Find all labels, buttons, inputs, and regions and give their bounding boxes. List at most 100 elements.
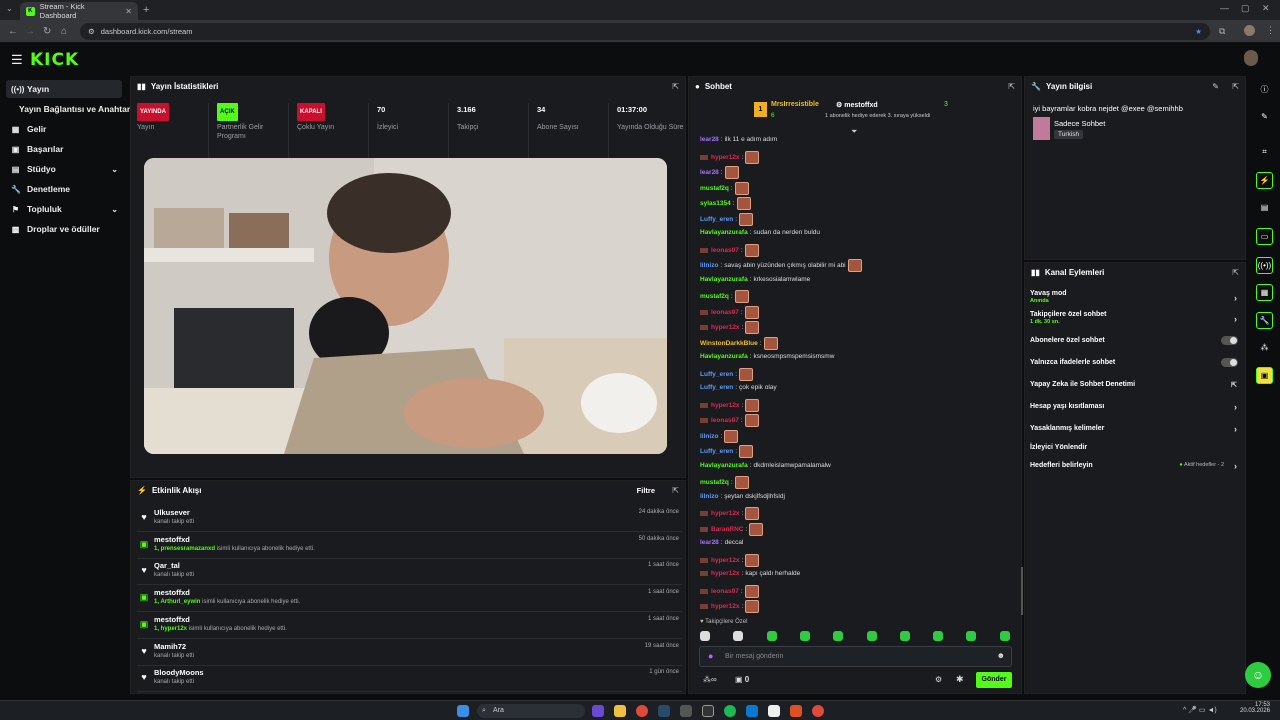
chat-username[interactable]: BaranRNC — [711, 525, 744, 534]
bolt-icon[interactable]: ⚡ — [1256, 172, 1273, 189]
edit-icon[interactable]: ✎ — [1212, 82, 1219, 91]
chevron-right-icon[interactable]: › — [1234, 461, 1237, 471]
emote-option[interactable] — [966, 631, 977, 641]
chat-username[interactable]: hyper12x — [711, 569, 740, 578]
send-button[interactable]: Gönder — [976, 672, 1012, 688]
spotify-icon[interactable] — [724, 705, 736, 717]
brave-icon[interactable] — [790, 705, 802, 717]
chat-username[interactable]: hyper12x — [711, 602, 740, 611]
chat-username[interactable]: Havlayanzurafa — [700, 461, 748, 470]
chat-username[interactable]: leonas07 — [711, 587, 739, 596]
emote-option[interactable] — [933, 631, 944, 641]
emote-option[interactable] — [999, 631, 1010, 641]
browser-menu-icon[interactable]: ⋮ — [1266, 25, 1275, 36]
chat-username[interactable]: mustaf2q — [700, 478, 729, 487]
store-indicator[interactable]: ▣ 0 — [735, 675, 749, 684]
info-icon[interactable]: ⓘ — [1256, 82, 1273, 99]
obs-icon[interactable] — [702, 705, 714, 717]
emote-option[interactable] — [766, 631, 777, 641]
chevron-right-icon[interactable]: › — [1234, 314, 1237, 324]
sidebar-item-gelir[interactable]: ▦ Gelir — [6, 120, 122, 138]
user-avatar[interactable] — [1244, 50, 1258, 66]
chat-username[interactable]: Luffy_eren — [700, 383, 733, 392]
popout-icon[interactable]: ⇱ — [1008, 82, 1015, 91]
activity-username[interactable]: mestoffxd — [154, 615, 190, 624]
chat-username[interactable]: WinstonDarkkBlue — [700, 339, 758, 348]
chat-username[interactable]: Havlayanzurafa — [700, 275, 748, 284]
channel-action-row[interactable]: Yapay Zeka ile Sohbet Denetimi ⇱ — [1030, 381, 1240, 389]
emote-option[interactable] — [700, 631, 710, 641]
sidebar-item-droplar[interactable]: ▩ Droplar ve ödüller — [6, 220, 122, 238]
tab-menu-icon[interactable]: ⌄ — [6, 4, 13, 13]
chat-username[interactable]: hyper12x — [711, 509, 740, 518]
external-link-icon[interactable]: ⇱ — [1231, 381, 1237, 389]
wrench-icon[interactable]: 🔧 — [1256, 312, 1273, 329]
sidebar-item-stream-key[interactable]: Yayın Bağlantısı ve Anahtarı — [6, 100, 133, 118]
chat-username[interactable]: Havlayanzurafa — [700, 352, 748, 361]
chat-bot-icon[interactable]: ✱ — [956, 674, 964, 685]
sidebar-item-studyo[interactable]: ▤ Stüdyo ⌄ — [6, 160, 122, 178]
activity-username[interactable]: BloodyMoons — [154, 668, 204, 677]
chat-scrollbar[interactable] — [1021, 567, 1023, 615]
close-tab-icon[interactable]: ✕ — [125, 7, 132, 16]
app-icon[interactable] — [592, 705, 604, 717]
chat-username[interactable]: leonas07 — [711, 308, 739, 317]
layout-icon[interactable]: ▦ — [1256, 284, 1273, 301]
browser-tab[interactable]: K Stream - Kick Dashboard ✕ — [20, 2, 138, 20]
forward-icon[interactable]: → — [25, 26, 35, 37]
filter-button[interactable]: Filtre — [637, 486, 655, 495]
chat-username[interactable]: hyper12x — [711, 401, 740, 410]
chat-username[interactable]: leonas07 — [711, 246, 739, 255]
channel-action-row[interactable]: Hedefleri belirleyin › ● Aktif hedefler - … — [1030, 461, 1240, 471]
chat-username[interactable]: mustaf2q — [700, 184, 729, 193]
maximize-icon[interactable]: ▢ — [1241, 3, 1250, 14]
clock[interactable]: 17:53 20.03.2026 — [1240, 702, 1270, 714]
emote-option[interactable] — [866, 631, 877, 641]
recipient-name[interactable]: mestoffxd — [844, 102, 877, 109]
activity-username[interactable]: mestoffxd — [154, 588, 190, 597]
channel-action-row[interactable]: Yalnızca ifadelerle sohbet — [1030, 358, 1240, 367]
help-chat-button[interactable]: ☺ — [1245, 662, 1271, 688]
taskbar-search[interactable]: ⌕ Ara — [477, 704, 585, 718]
popout-icon[interactable]: ⇱ — [1232, 268, 1239, 277]
file-explorer-icon[interactable] — [614, 705, 626, 717]
emote-option[interactable] — [899, 631, 910, 641]
extensions-icon[interactable]: ⧉ — [1219, 26, 1225, 37]
minimize-icon[interactable]: — — [1220, 3, 1229, 13]
channel-action-row[interactable]: Hesap yaşı kısıtlaması › — [1030, 402, 1240, 412]
channel-action-row[interactable]: Yasaklanmış kelimeler › — [1030, 424, 1240, 434]
popout-icon[interactable]: ⇱ — [672, 486, 679, 495]
vscode-icon[interactable] — [746, 705, 758, 717]
sidebar-item-basarilar[interactable]: ▣ Başarılar — [6, 140, 122, 158]
close-window-icon[interactable]: ✕ — [1262, 3, 1270, 14]
profile-avatar[interactable] — [1244, 25, 1255, 36]
chat-username[interactable]: lear28 — [700, 168, 719, 177]
collapse-banner-icon[interactable]: ⏷ — [851, 127, 857, 137]
stream-preview[interactable] — [144, 158, 667, 454]
chat-username[interactable]: Luffy_eren — [700, 447, 733, 456]
site-info-icon[interactable]: ⚙ — [88, 27, 95, 36]
activity-username[interactable]: Qar_tal — [154, 561, 180, 570]
emote-option[interactable] — [799, 631, 810, 641]
chrome-icon[interactable] — [812, 705, 824, 717]
chat-input[interactable]: ● Bir mesaj gönderin ☻ — [699, 646, 1012, 667]
chevron-right-icon[interactable]: › — [1234, 424, 1237, 434]
chat-username[interactable]: Luffy_eren — [700, 370, 733, 379]
chat-username[interactable]: hyper12x — [711, 556, 740, 565]
pencil-icon[interactable]: ✎ — [1256, 109, 1273, 126]
back-icon[interactable]: ← — [8, 26, 18, 37]
channel-action-row[interactable]: İzleyici Yönlendir — [1030, 444, 1240, 451]
chat-username[interactable]: Luffy_eren — [700, 215, 733, 224]
popout-icon[interactable]: ⇱ — [672, 82, 679, 91]
home-icon[interactable]: ⌂ — [61, 26, 67, 37]
document-icon[interactable]: ▤ — [1256, 200, 1273, 217]
chat-username[interactable]: lilnizo — [700, 261, 718, 270]
chat-username[interactable]: lilnizo — [700, 492, 718, 501]
popout-icon[interactable]: ⇱ — [1232, 82, 1239, 91]
chat-username[interactable]: lear28 — [700, 135, 719, 144]
chat-settings-icon[interactable]: ⚙ — [935, 675, 942, 684]
microphone-icon[interactable]: ● — [708, 651, 713, 661]
chrome-icon[interactable] — [636, 705, 648, 717]
sidebar-item-yayin[interactable]: ((•)) Yayın — [6, 80, 122, 98]
emoji-icon[interactable]: ☻ — [997, 651, 1005, 660]
